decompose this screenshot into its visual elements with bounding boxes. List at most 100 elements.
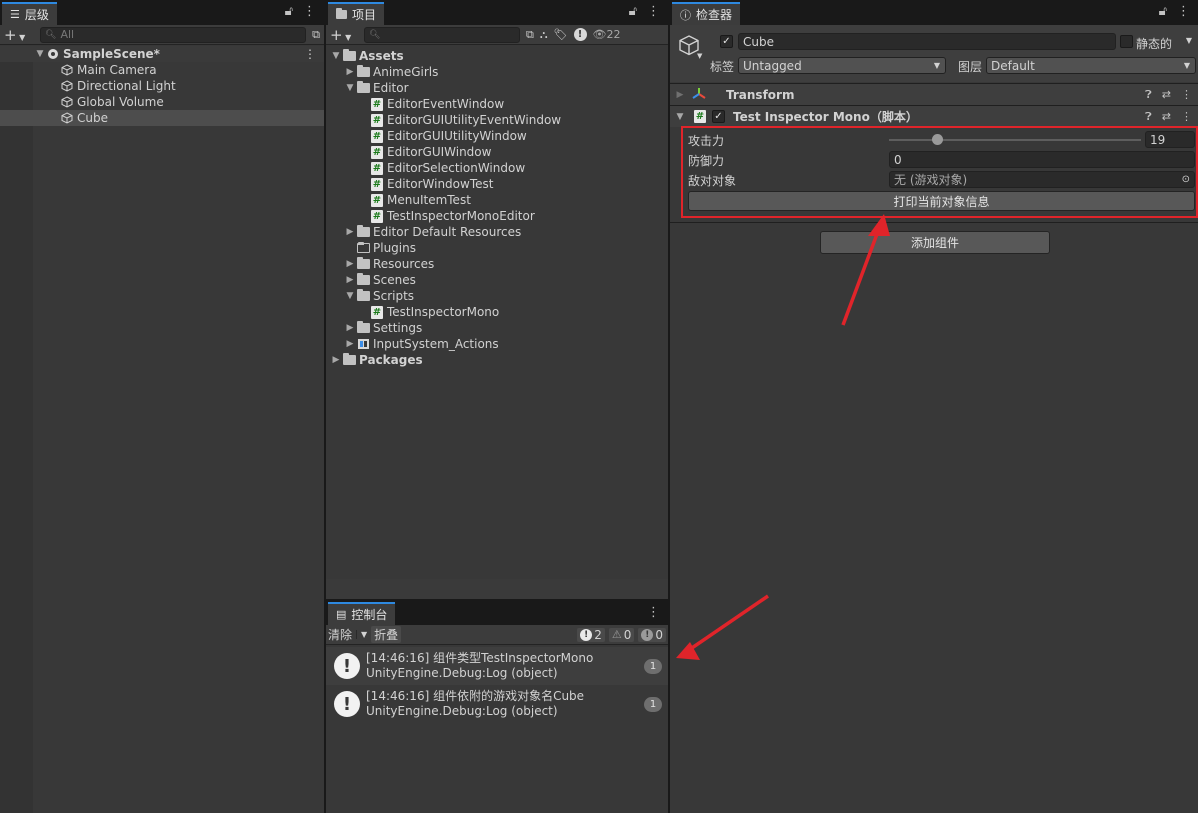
scene-row[interactable]: ▼ SampleScene* ⋮ [0, 46, 324, 62]
hierarchy-list: ▼ SampleScene* ⋮ Main Camera Directional … [0, 46, 324, 126]
folder-item[interactable]: ▼ Scripts [326, 288, 668, 304]
log-count-badge: 1 [644, 659, 662, 674]
folder-item[interactable]: ▶ Resources [326, 256, 668, 272]
log-filter-icon[interactable]: ! [573, 28, 587, 41]
script-asset-item[interactable]: # EditorWindowTest [326, 176, 668, 192]
expand-arrow-icon[interactable]: ▶ [344, 339, 356, 349]
script-component-header[interactable]: ▼ # ✓ Test Inspector Mono（脚本） ❓︎ ⇄ ⋮ [670, 105, 1198, 127]
component-enabled-checkbox[interactable]: ✓ [712, 110, 725, 123]
collapse-arrow-icon[interactable]: ▼ [344, 291, 356, 301]
kebab-menu-icon[interactable]: ⋮ [1181, 110, 1192, 124]
folder-item[interactable]: ▶ Editor Default Resources [326, 224, 668, 240]
search-options-icon[interactable]: ⧉ [312, 28, 320, 42]
tab-console[interactable]: ▤ 控制台 [328, 602, 396, 625]
log-count: 2 [594, 627, 602, 642]
error-toggle[interactable]: ! 0 [638, 627, 666, 642]
project-search-input[interactable]: 🔍︎ [364, 26, 520, 43]
warning-toggle[interactable]: ⚠ 0 [608, 627, 635, 642]
add-dropdown-button[interactable]: + ▼ [4, 26, 34, 44]
list-icon: ☰ [10, 8, 20, 21]
search-by-type-icon[interactable]: ⧉ [526, 28, 534, 42]
layer-dropdown[interactable]: Default ▼ [986, 57, 1196, 74]
icon-dropdown-arrow[interactable]: ▼ [697, 52, 702, 60]
active-checkbox[interactable]: ✓ [720, 35, 733, 48]
static-checkbox[interactable] [1120, 35, 1133, 48]
collapse-arrow-icon[interactable]: ▼ [344, 83, 356, 93]
folder-item[interactable]: ▼ Editor [326, 80, 668, 96]
log-entry[interactable]: ! [14:46:16] 组件类型TestInspectorMono Unity… [326, 647, 668, 685]
project-panel: 项目 🔓︎ ⋮ + ▼ 🔍︎ ⧉ ⛬ 🏷︎ ! 👁︎22 ▼ Assets ▶ Ani… [326, 0, 668, 599]
expand-arrow-icon[interactable]: ▶ [330, 355, 342, 365]
tab-project[interactable]: 项目 [328, 2, 385, 25]
expand-arrow-icon[interactable]: ▶ [344, 275, 356, 285]
script-asset-item[interactable]: # EditorEventWindow [326, 96, 668, 112]
hidden-packages-eye-icon[interactable]: 👁︎22 [593, 28, 621, 41]
clear-button[interactable]: 清除 [328, 626, 352, 643]
expand-arrow-icon[interactable]: ▶ [344, 323, 356, 333]
log-toggle[interactable]: ! 2 [577, 627, 605, 642]
expand-arrow-icon[interactable]: ▶ [674, 90, 686, 100]
kebab-menu-icon[interactable]: ⋮ [1181, 88, 1192, 102]
folder-item[interactable]: ▶ AnimeGirls [326, 64, 668, 80]
kebab-menu-icon[interactable]: ⋮ [303, 4, 316, 19]
script-asset-item[interactable]: # EditorGUIWindow [326, 144, 668, 160]
kebab-menu-icon[interactable]: ⋮ [647, 4, 660, 19]
object-name-field[interactable]: Cube [738, 33, 1116, 50]
project-scrollbar-track[interactable] [326, 579, 668, 599]
folder-item[interactable]: ▶ Settings [326, 320, 668, 336]
folder-item[interactable]: ▶ Scenes [326, 272, 668, 288]
project-item-label: Editor [373, 81, 409, 95]
expand-arrow-icon[interactable]: ▶ [344, 67, 356, 77]
create-dropdown-button[interactable]: + ▼ [330, 26, 358, 44]
static-dropdown-arrow[interactable]: ▼ [1186, 36, 1192, 45]
lock-icon[interactable]: 🔓︎ [1159, 4, 1167, 19]
hierarchy-toolbar: + ▼ 🔍︎ All ⧉ [0, 25, 324, 45]
preset-icon[interactable]: ⇄ [1162, 88, 1171, 102]
script-asset-item[interactable]: # MenuItemTest [326, 192, 668, 208]
script-asset-item[interactable]: # TestInspectorMonoEditor [326, 208, 668, 224]
kebab-menu-icon[interactable]: ⋮ [1177, 4, 1190, 19]
folder-item[interactable]: Plugins [326, 240, 668, 256]
hierarchy-item[interactable]: Directional Light [0, 78, 324, 94]
filter-by-type-icon[interactable]: ⛬ [540, 28, 548, 42]
tab-inspector[interactable]: ⓘ 检查器 [672, 2, 741, 25]
kebab-menu-icon[interactable]: ⋮ [647, 605, 660, 620]
filter-by-label-icon[interactable]: 🏷︎ [554, 28, 568, 41]
expand-arrow-icon[interactable]: ▶ [344, 227, 356, 237]
tag-dropdown[interactable]: Untagged ▼ [738, 57, 946, 74]
script-icon: # [371, 161, 383, 175]
log-entry[interactable]: ! [14:46:16] 组件依附的游戏对象名Cube UnityEngine.… [326, 685, 668, 723]
collapse-button[interactable]: 折叠 [371, 626, 402, 643]
hierarchy-search-input[interactable]: 🔍︎ All [40, 26, 307, 43]
project-item-label: TestInspectorMono [387, 305, 500, 319]
help-icon[interactable]: ❓︎ [1145, 110, 1152, 124]
hierarchy-item[interactable]: Global Volume [0, 94, 324, 110]
folder-open-icon [356, 289, 370, 303]
folder-item[interactable]: ▶ Packages [326, 352, 668, 368]
folder-item[interactable]: ▶ InputSystem_Actions [326, 336, 668, 352]
folder-icon [356, 321, 370, 335]
expand-arrow-icon[interactable]: ▼ [34, 49, 46, 59]
script-asset-item[interactable]: # EditorGUIUtilityEventWindow [326, 112, 668, 128]
expand-arrow-icon[interactable]: ▶ [344, 259, 356, 269]
collapse-arrow-icon[interactable]: ▼ [674, 112, 686, 122]
chevron-down-icon: ▼ [1183, 61, 1190, 70]
tab-hierarchy[interactable]: ☰ 层级 [2, 2, 57, 25]
clear-options-dropdown[interactable]: ▼ [356, 630, 367, 639]
transform-component-header[interactable]: ▶ Transform ❓︎ ⇄ ⋮ [670, 83, 1198, 105]
collapse-arrow-icon[interactable]: ▼ [330, 51, 342, 61]
scene-kebab-icon[interactable]: ⋮ [304, 47, 316, 61]
script-asset-item[interactable]: # EditorGUIUtilityWindow [326, 128, 668, 144]
hierarchy-item[interactable]: Cube [0, 110, 324, 126]
script-asset-item[interactable]: # EditorSelectionWindow [326, 160, 668, 176]
folder-item[interactable]: ▼ Assets [326, 48, 668, 64]
layer-value: Default [991, 58, 1035, 73]
lock-icon[interactable]: 🔓︎ [285, 4, 293, 19]
add-component-button[interactable]: 添加组件 [820, 231, 1050, 254]
help-icon[interactable]: ❓︎ [1145, 88, 1152, 102]
preset-icon[interactable]: ⇄ [1162, 110, 1171, 124]
project-tree: ▼ Assets ▶ AnimeGirls ▼ Editor # EditorEventWin… [326, 48, 668, 368]
script-asset-item[interactable]: # TestInspectorMono [326, 304, 668, 320]
hierarchy-item[interactable]: Main Camera [0, 62, 324, 78]
lock-icon[interactable]: 🔓︎ [629, 4, 637, 19]
